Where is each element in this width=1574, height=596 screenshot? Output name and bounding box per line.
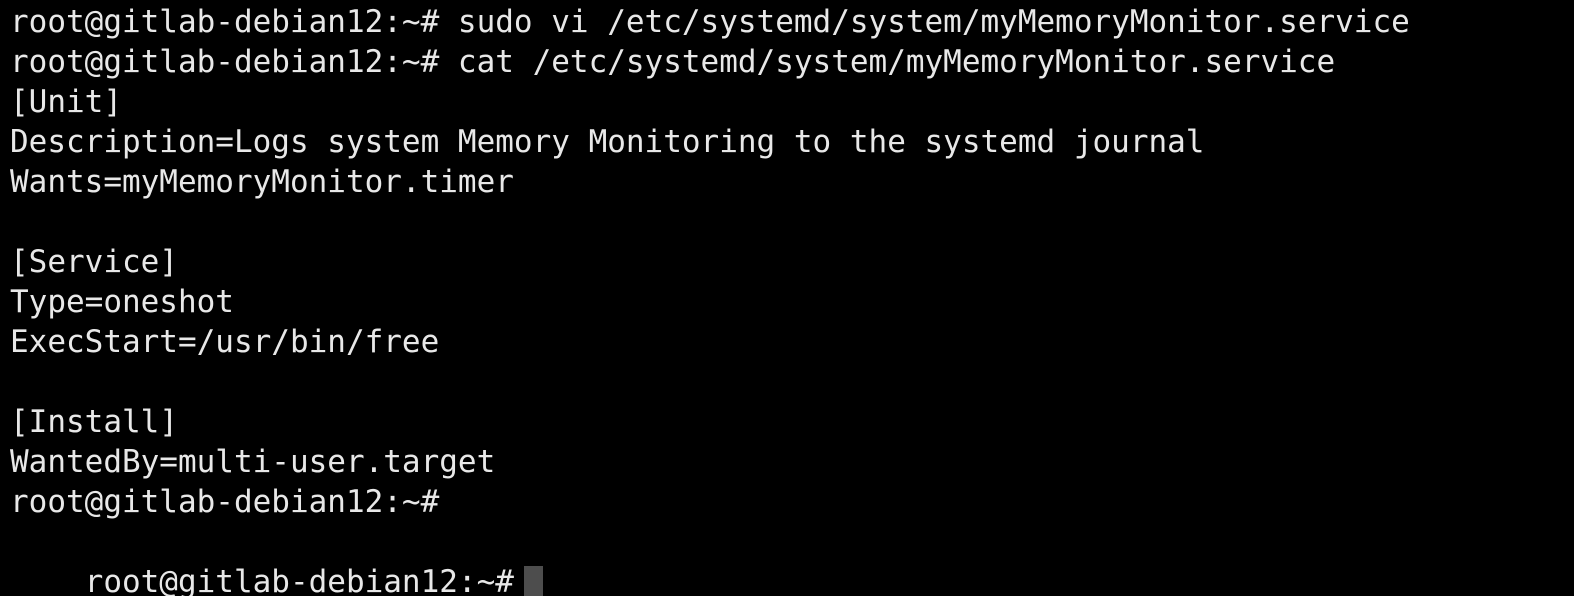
terminal-line-unit-section-header: [Unit] (10, 84, 122, 120)
terminal-line-blank-1 (10, 202, 1574, 242)
terminal-line-unit-description: Description=Logs system Memory Monitorin… (10, 124, 1205, 160)
terminal-line-command-vi: root@gitlab-debian12:~# sudo vi /etc/sys… (10, 4, 1410, 40)
terminal-line-service-execstart: ExecStart=/usr/bin/free (10, 324, 440, 360)
shell-prompt: root@gitlab-debian12:~# (84, 564, 514, 596)
terminal-line-install-wantedby: WantedBy=multi-user.target (10, 444, 496, 480)
terminal-line-service-section-header: [Service] (10, 244, 178, 280)
terminal-line-command-cat: root@gitlab-debian12:~# cat /etc/systemd… (10, 44, 1336, 80)
terminal-line-unit-wants: Wants=myMemoryMonitor.timer (10, 164, 514, 200)
terminal-line-blank-2 (10, 362, 1574, 402)
terminal-window[interactable]: root@gitlab-debian12:~# sudo vi /etc/sys… (0, 0, 1574, 596)
terminal-active-prompt-line[interactable]: root@gitlab-debian12:~# (10, 522, 1574, 596)
terminal-line-install-section-header: [Install] (10, 404, 178, 440)
terminal-line-service-type: Type=oneshot (10, 284, 234, 320)
text-cursor (523, 566, 543, 596)
terminal-line-prompt-idle: root@gitlab-debian12:~# (10, 484, 440, 520)
